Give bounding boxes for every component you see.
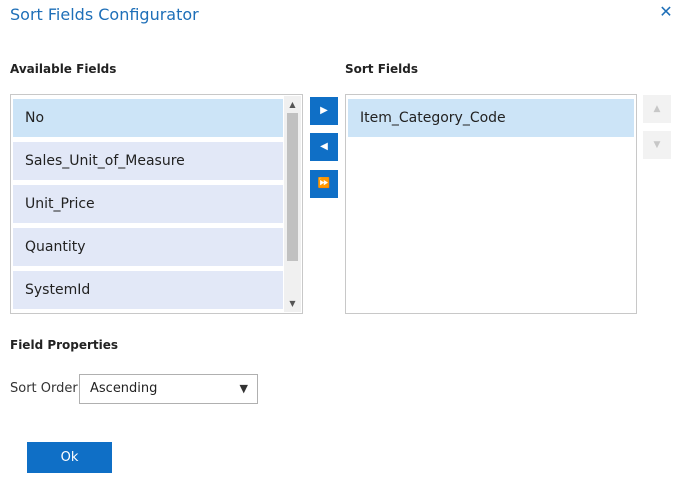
available-fields-list[interactable]: No Sales_Unit_of_Measure Unit_Price Quan…	[10, 94, 303, 314]
move-up-button[interactable]: ▲	[643, 95, 671, 123]
sort-order-select[interactable]: Ascending ▼	[79, 374, 258, 404]
arrow-down-icon: ▼	[653, 140, 661, 150]
close-icon[interactable]: ✕	[658, 4, 674, 20]
sort-fields-label: Sort Fields	[345, 62, 419, 76]
field-properties-label: Field Properties	[10, 338, 119, 352]
add-field-button[interactable]: ▶	[310, 97, 338, 125]
remove-field-button[interactable]: ◀	[310, 133, 338, 161]
ok-button[interactable]: Ok	[27, 442, 112, 473]
available-fields-scrollbar[interactable]: ▲ ▼	[284, 96, 301, 312]
arrow-up-icon: ▲	[653, 104, 661, 114]
scroll-thumb[interactable]	[287, 113, 298, 261]
sort-field-item[interactable]: Item_Category_Code	[348, 99, 634, 137]
play-right-icon: ▶	[320, 105, 328, 116]
add-all-fields-button[interactable]: ⏩	[310, 170, 338, 198]
sort-order-label: Sort Order	[10, 381, 78, 396]
play-left-icon: ◀	[320, 141, 328, 152]
sort-fields-list[interactable]: Item_Category_Code	[345, 94, 637, 314]
available-field-item[interactable]: No	[13, 99, 283, 137]
sort-order-value: Ascending	[90, 381, 158, 396]
available-field-item[interactable]: SystemId	[13, 271, 283, 309]
scroll-up-arrow-icon[interactable]: ▲	[284, 96, 301, 113]
available-field-item[interactable]: Quantity	[13, 228, 283, 266]
available-field-item[interactable]: Sales_Unit_of_Measure	[13, 142, 283, 180]
scroll-down-arrow-icon[interactable]: ▼	[284, 295, 301, 312]
fast-forward-icon: ⏩	[317, 178, 331, 189]
available-field-item[interactable]: Unit_Price	[13, 185, 283, 223]
available-fields-label: Available Fields	[10, 62, 117, 76]
dialog-title: Sort Fields Configurator	[10, 5, 199, 24]
move-down-button[interactable]: ▼	[643, 131, 671, 159]
caret-down-icon: ▼	[239, 382, 248, 395]
